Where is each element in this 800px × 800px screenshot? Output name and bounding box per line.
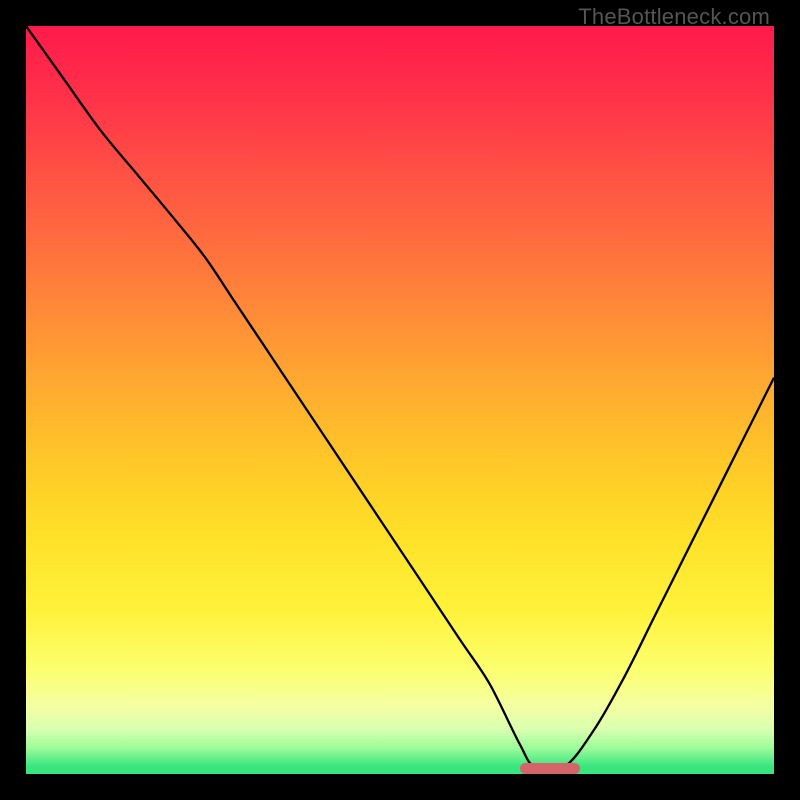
bottleneck-curve	[26, 26, 774, 774]
plot-area	[26, 26, 774, 774]
optimal-range-marker	[520, 763, 580, 774]
chart-frame: TheBottleneck.com	[0, 0, 800, 800]
